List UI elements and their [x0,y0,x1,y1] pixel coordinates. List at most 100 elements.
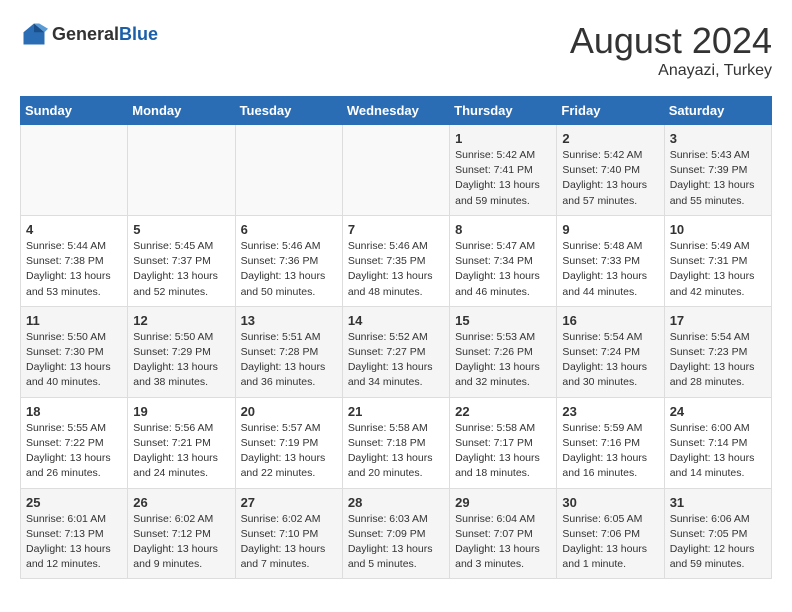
day-cell: 1 Sunrise: 5:42 AMSunset: 7:41 PMDaylight… [450,125,557,216]
day-cell: 7 Sunrise: 5:46 AMSunset: 7:35 PMDaylight… [342,215,449,306]
day-number: 21 [348,404,444,419]
day-number: 5 [133,222,229,237]
week-row-5: 25 Sunrise: 6:01 AMSunset: 7:13 PMDayligh… [21,488,772,579]
day-number: 7 [348,222,444,237]
day-info: Sunrise: 6:03 AMSunset: 7:09 PMDaylight:… [348,512,444,573]
day-info: Sunrise: 5:44 AMSunset: 7:38 PMDaylight:… [26,239,122,300]
day-number: 22 [455,404,551,419]
day-info: Sunrise: 5:50 AMSunset: 7:29 PMDaylight:… [133,330,229,391]
day-info: Sunrise: 5:54 AMSunset: 7:24 PMDaylight:… [562,330,658,391]
day-cell [128,125,235,216]
logo-text: GeneralBlue [52,24,158,45]
day-number: 20 [241,404,337,419]
day-info: Sunrise: 5:45 AMSunset: 7:37 PMDaylight:… [133,239,229,300]
day-cell: 13 Sunrise: 5:51 AMSunset: 7:28 PMDayligh… [235,306,342,397]
day-number: 16 [562,313,658,328]
day-info: Sunrise: 5:57 AMSunset: 7:19 PMDaylight:… [241,421,337,482]
day-number: 24 [670,404,766,419]
header-cell-monday: Monday [128,97,235,125]
logo-icon [20,20,48,48]
day-cell: 8 Sunrise: 5:47 AMSunset: 7:34 PMDaylight… [450,215,557,306]
day-number: 18 [26,404,122,419]
day-info: Sunrise: 5:53 AMSunset: 7:26 PMDaylight:… [455,330,551,391]
day-cell: 6Sunrise: 5:46 AMSunset: 7:36 PMDaylight… [235,215,342,306]
day-info: Sunrise: 6:01 AMSunset: 7:13 PMDaylight:… [26,512,122,573]
day-info: Sunrise: 5:59 AMSunset: 7:16 PMDaylight:… [562,421,658,482]
calendar-body: 1 Sunrise: 5:42 AMSunset: 7:41 PMDaylight… [21,125,772,579]
day-cell: 19 Sunrise: 5:56 AMSunset: 7:21 PMDayligh… [128,397,235,488]
day-number: 1 [455,131,551,146]
day-cell: 4 Sunrise: 5:44 AMSunset: 7:38 PMDaylight… [21,215,128,306]
day-number: 15 [455,313,551,328]
title-block: August 2024 Anayazi, Turkey [570,20,772,80]
day-info: Sunrise: 5:43 AMSunset: 7:39 PMDaylight:… [670,148,766,209]
day-number: 25 [26,495,122,510]
day-cell [342,125,449,216]
logo-blue: Blue [119,24,158,44]
day-info: Sunrise: 5:56 AMSunset: 7:21 PMDaylight:… [133,421,229,482]
day-info: Sunrise: 5:42 AMSunset: 7:40 PMDaylight:… [562,148,658,209]
day-cell: 2 Sunrise: 5:42 AMSunset: 7:40 PMDaylight… [557,125,664,216]
day-number: 29 [455,495,551,510]
day-cell: 11 Sunrise: 5:50 AMSunset: 7:30 PMDayligh… [21,306,128,397]
day-info: Sunrise: 5:46 AMSunset: 7:35 PMDaylight:… [348,239,444,300]
day-cell: 16 Sunrise: 5:54 AMSunset: 7:24 PMDayligh… [557,306,664,397]
month-year: August 2024 [570,20,772,62]
week-row-4: 18 Sunrise: 5:55 AMSunset: 7:22 PMDayligh… [21,397,772,488]
day-cell: 24Sunrise: 6:00 AMSunset: 7:14 PMDayligh… [664,397,771,488]
day-number: 31 [670,495,766,510]
day-info: Sunrise: 6:02 AMSunset: 7:12 PMDaylight:… [133,512,229,573]
day-number: 10 [670,222,766,237]
day-info: Sunrise: 5:52 AMSunset: 7:27 PMDaylight:… [348,330,444,391]
day-cell: 18 Sunrise: 5:55 AMSunset: 7:22 PMDayligh… [21,397,128,488]
page-header: GeneralBlue August 2024 Anayazi, Turkey [20,20,772,80]
day-number: 30 [562,495,658,510]
day-cell: 9 Sunrise: 5:48 AMSunset: 7:33 PMDaylight… [557,215,664,306]
day-info: Sunrise: 6:04 AMSunset: 7:07 PMDaylight:… [455,512,551,573]
day-number: 23 [562,404,658,419]
day-number: 12 [133,313,229,328]
day-info: Sunrise: 5:49 AMSunset: 7:31 PMDaylight:… [670,239,766,300]
day-cell: 3 Sunrise: 5:43 AMSunset: 7:39 PMDaylight… [664,125,771,216]
day-cell: 27Sunrise: 6:02 AMSunset: 7:10 PMDayligh… [235,488,342,579]
day-number: 11 [26,313,122,328]
day-info: Sunrise: 5:51 AMSunset: 7:28 PMDaylight:… [241,330,337,391]
day-cell: 28Sunrise: 6:03 AMSunset: 7:09 PMDayligh… [342,488,449,579]
day-cell: 20 Sunrise: 5:57 AMSunset: 7:19 PMDayligh… [235,397,342,488]
header-cell-friday: Friday [557,97,664,125]
day-cell [235,125,342,216]
header-cell-wednesday: Wednesday [342,97,449,125]
day-cell: 14Sunrise: 5:52 AMSunset: 7:27 PMDayligh… [342,306,449,397]
day-info: Sunrise: 6:06 AMSunset: 7:05 PMDaylight:… [670,512,766,573]
day-cell: 21Sunrise: 5:58 AMSunset: 7:18 PMDayligh… [342,397,449,488]
day-cell: 29 Sunrise: 6:04 AMSunset: 7:07 PMDayligh… [450,488,557,579]
day-cell: 30Sunrise: 6:05 AMSunset: 7:06 PMDayligh… [557,488,664,579]
day-number: 3 [670,131,766,146]
day-info: Sunrise: 5:55 AMSunset: 7:22 PMDaylight:… [26,421,122,482]
day-number: 8 [455,222,551,237]
week-row-2: 4 Sunrise: 5:44 AMSunset: 7:38 PMDaylight… [21,215,772,306]
day-info: Sunrise: 5:48 AMSunset: 7:33 PMDaylight:… [562,239,658,300]
calendar-table: SundayMondayTuesdayWednesdayThursdayFrid… [20,96,772,579]
day-cell: 23 Sunrise: 5:59 AMSunset: 7:16 PMDayligh… [557,397,664,488]
day-cell: 5 Sunrise: 5:45 AMSunset: 7:37 PMDaylight… [128,215,235,306]
day-cell: 31 Sunrise: 6:06 AMSunset: 7:05 PMDayligh… [664,488,771,579]
day-cell: 22 Sunrise: 5:58 AMSunset: 7:17 PMDayligh… [450,397,557,488]
day-cell: 12 Sunrise: 5:50 AMSunset: 7:29 PMDayligh… [128,306,235,397]
day-number: 4 [26,222,122,237]
day-number: 9 [562,222,658,237]
day-number: 27 [241,495,337,510]
day-number: 19 [133,404,229,419]
day-cell: 10 Sunrise: 5:49 AMSunset: 7:31 PMDayligh… [664,215,771,306]
week-row-3: 11 Sunrise: 5:50 AMSunset: 7:30 PMDayligh… [21,306,772,397]
location: Anayazi, Turkey [570,62,772,80]
day-info: Sunrise: 5:47 AMSunset: 7:34 PMDaylight:… [455,239,551,300]
day-number: 2 [562,131,658,146]
day-cell [21,125,128,216]
day-info: Sunrise: 5:42 AMSunset: 7:41 PMDaylight:… [455,148,551,209]
day-cell: 25 Sunrise: 6:01 AMSunset: 7:13 PMDayligh… [21,488,128,579]
header-cell-sunday: Sunday [21,97,128,125]
day-info: Sunrise: 5:50 AMSunset: 7:30 PMDaylight:… [26,330,122,391]
day-info: Sunrise: 5:58 AMSunset: 7:17 PMDaylight:… [455,421,551,482]
day-number: 13 [241,313,337,328]
